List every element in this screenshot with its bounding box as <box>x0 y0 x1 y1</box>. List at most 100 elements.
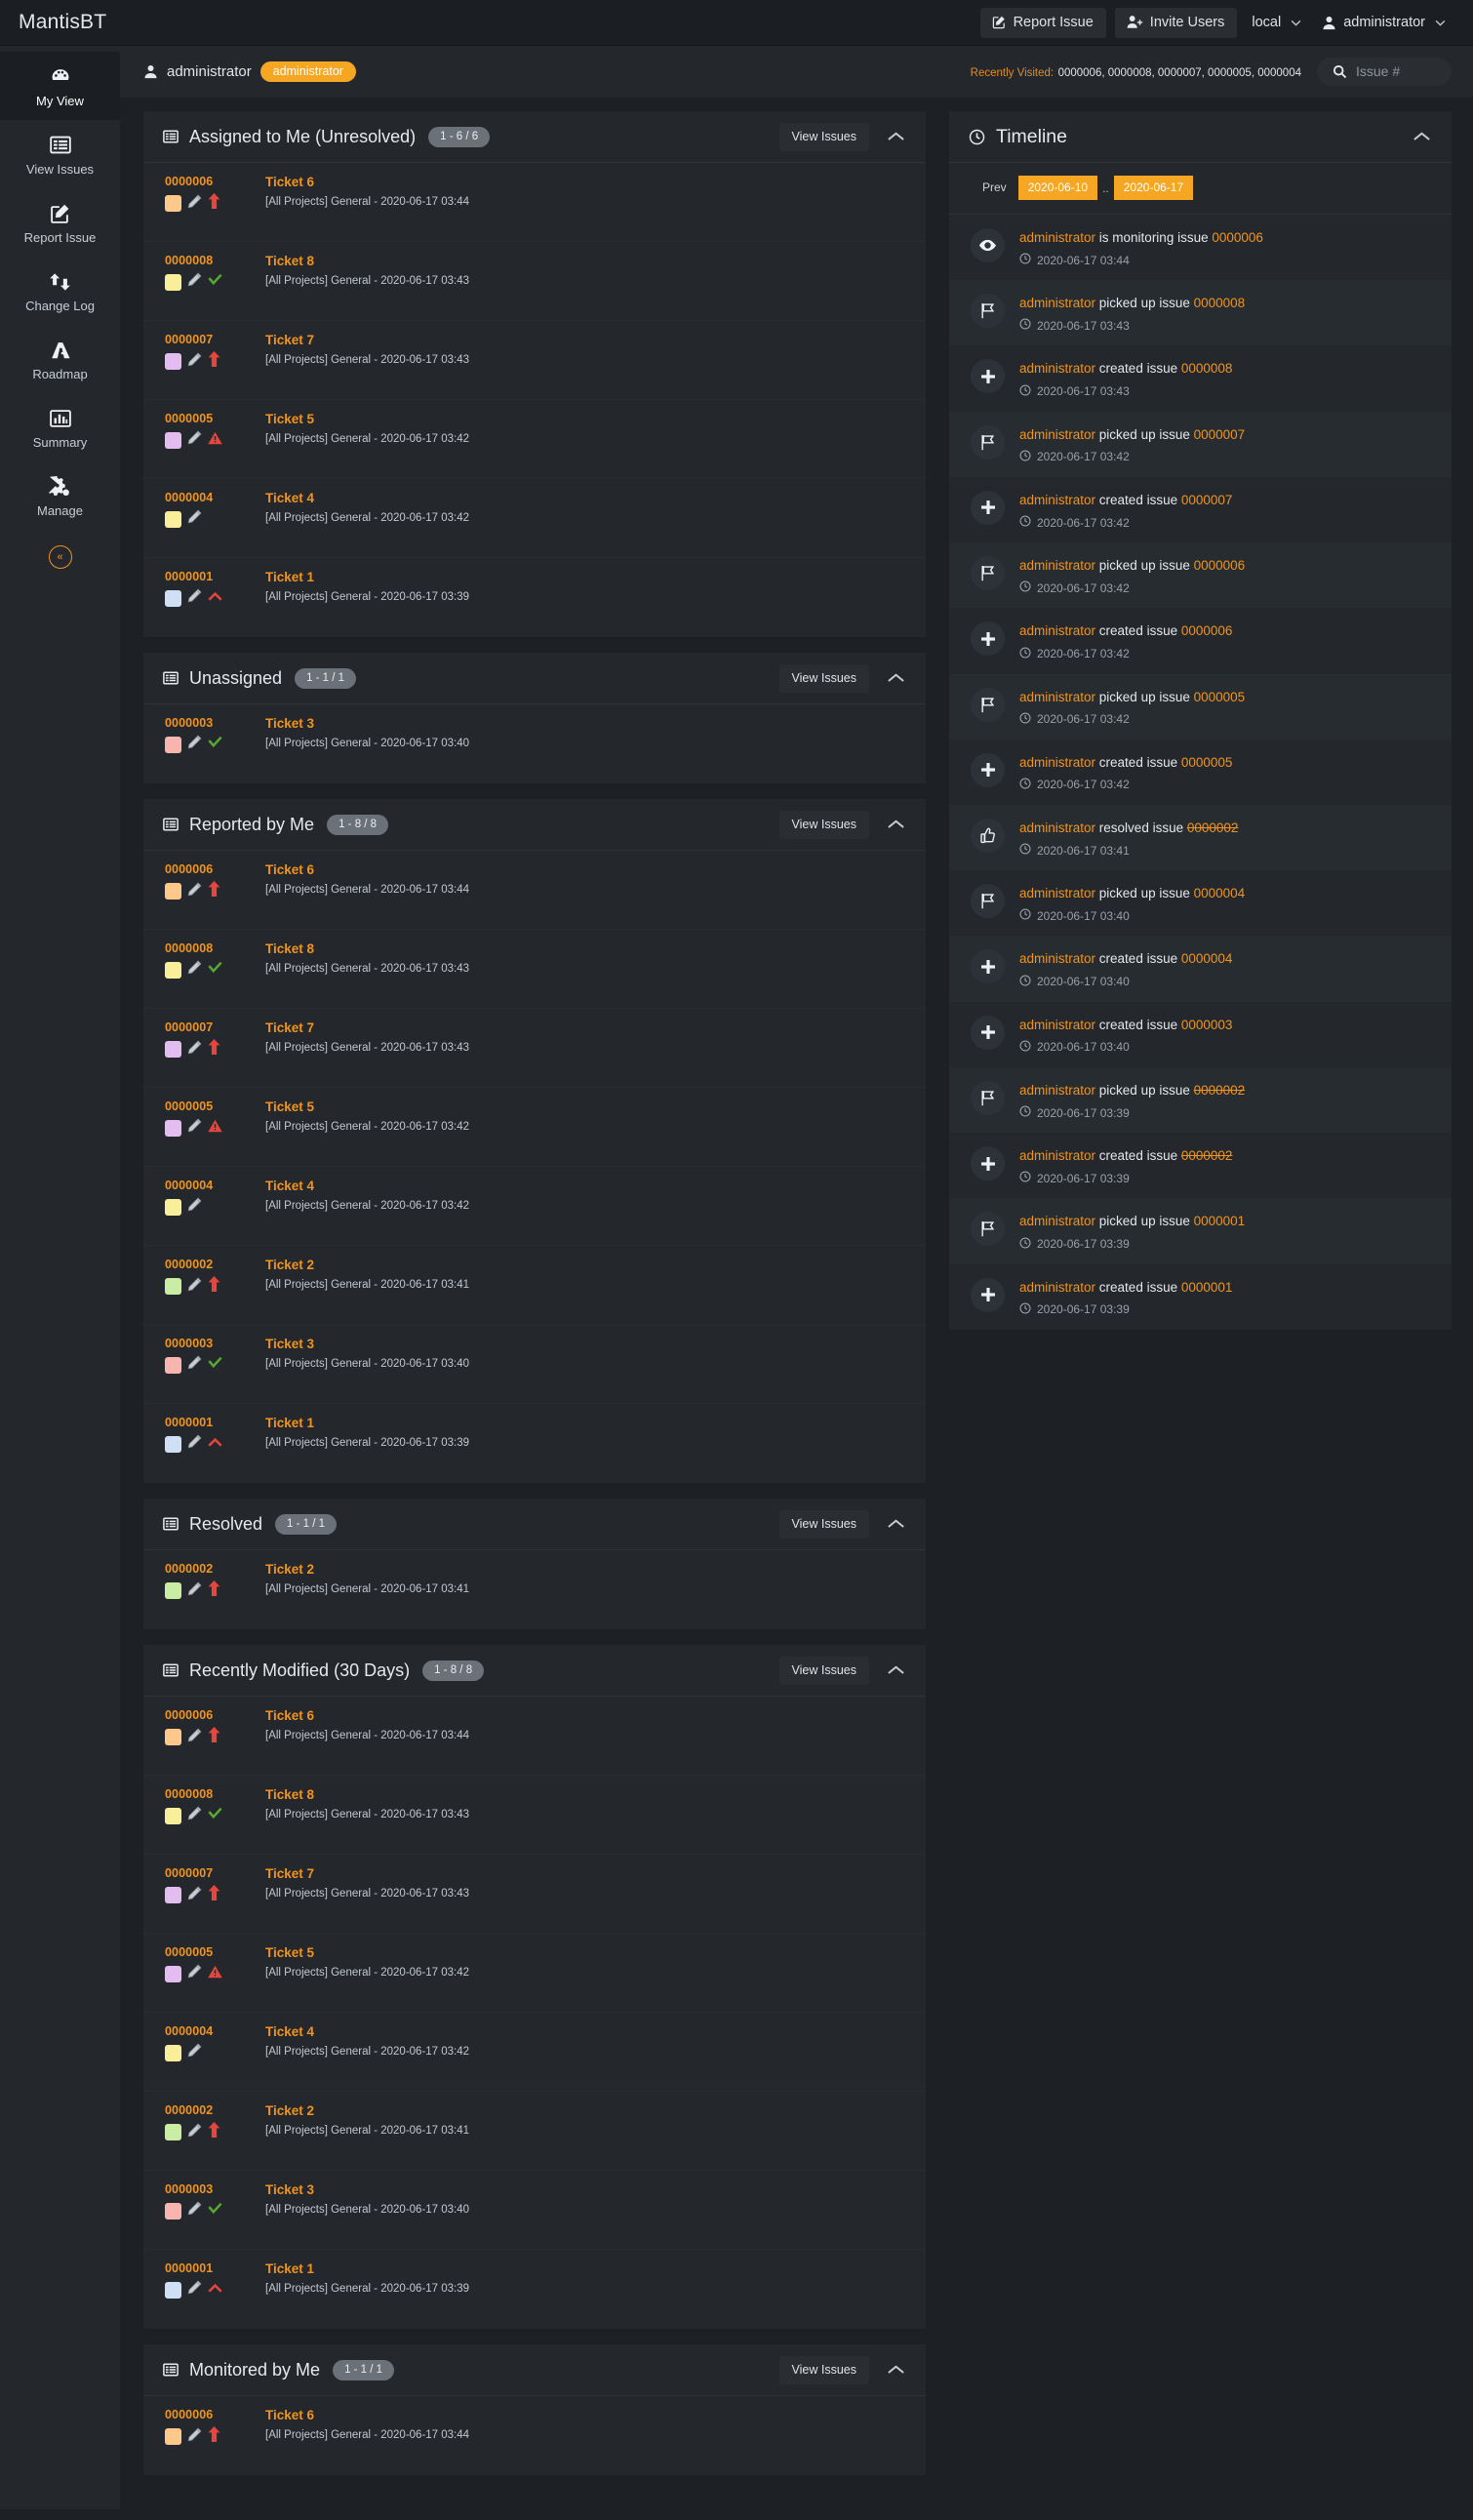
issue-row[interactable]: 0000006 Ticket 6 [All Projects] General - … <box>143 2396 926 2475</box>
timeline-issue-link[interactable]: 0000008 <box>1194 296 1246 310</box>
sidebar-collapse-button[interactable]: « <box>0 530 120 579</box>
edit-pencil-icon[interactable] <box>187 352 202 372</box>
edit-pencil-icon[interactable] <box>187 2201 202 2220</box>
issue-row[interactable]: 0000004 Ticket 4 [All Projects] General - … <box>143 479 926 558</box>
timeline-issue-link[interactable]: 0000001 <box>1194 1214 1246 1228</box>
issue-id-link[interactable]: 0000001 <box>165 2261 265 2275</box>
issue-title-link[interactable]: Ticket 4 <box>265 491 469 506</box>
issue-row[interactable]: 0000006 Ticket 6 [All Projects] General - … <box>143 851 926 930</box>
issue-row[interactable]: 0000008 Ticket 8 [All Projects] General - … <box>143 242 926 321</box>
timeline-issue-link[interactable]: 0000004 <box>1194 886 1246 900</box>
issue-row[interactable]: 0000005 Ticket 5 [All Projects] General - … <box>143 1934 926 2013</box>
issue-id-link[interactable]: 0000006 <box>165 2408 265 2421</box>
timeline-issue-link[interactable]: 0000004 <box>1181 951 1233 966</box>
timeline-issue-link[interactable]: 0000002 <box>1194 1083 1246 1098</box>
view-issues-button[interactable]: View Issues <box>778 663 869 693</box>
issue-row[interactable]: 0000005 Ticket 5 [All Projects] General - … <box>143 400 926 479</box>
issue-row[interactable]: 0000008 Ticket 8 [All Projects] General - … <box>143 930 926 1009</box>
issue-id-link[interactable]: 0000001 <box>165 1416 265 1429</box>
edit-pencil-icon[interactable] <box>187 2123 202 2142</box>
timeline-issue-link[interactable]: 0000001 <box>1181 1280 1233 1295</box>
edit-pencil-icon[interactable] <box>187 588 202 608</box>
timeline-issue-link[interactable]: 0000006 <box>1194 558 1246 573</box>
timeline-issue-link[interactable]: 0000005 <box>1181 755 1233 770</box>
timeline-issue-link[interactable]: 0000002 <box>1181 1148 1233 1163</box>
issue-row[interactable]: 0000006 Ticket 6 [All Projects] General - … <box>143 163 926 242</box>
edit-pencil-icon[interactable] <box>187 1806 202 1825</box>
panel-collapse-toggle[interactable] <box>883 1662 909 1678</box>
sidebar-item-manage[interactable]: Manage <box>0 461 120 530</box>
issue-title-link[interactable]: Ticket 5 <box>265 412 469 427</box>
issue-title-link[interactable]: Ticket 5 <box>265 1100 469 1115</box>
issue-id-link[interactable]: 0000002 <box>165 1258 265 1271</box>
issue-id-link[interactable]: 0000003 <box>165 1337 265 1350</box>
edit-pencil-icon[interactable] <box>187 1886 202 1905</box>
panel-collapse-toggle[interactable] <box>883 670 909 686</box>
issue-row[interactable]: 0000002 Ticket 2 [All Projects] General - … <box>143 1550 926 1629</box>
issue-id-link[interactable]: 0000004 <box>165 2024 265 2038</box>
issue-title-link[interactable]: Ticket 1 <box>265 2261 469 2277</box>
view-issues-button[interactable]: View Issues <box>778 1656 869 1685</box>
issue-title-link[interactable]: Ticket 4 <box>265 2024 469 2040</box>
issue-search-box[interactable] <box>1317 58 1452 86</box>
issue-id-link[interactable]: 0000001 <box>165 570 265 583</box>
issue-id-link[interactable]: 0000008 <box>165 1787 265 1801</box>
issue-title-link[interactable]: Ticket 7 <box>265 333 469 348</box>
issue-id-link[interactable]: 0000005 <box>165 1945 265 1959</box>
issue-row[interactable]: 0000002 Ticket 2 [All Projects] General - … <box>143 2092 926 2171</box>
sidebar-item-my-view[interactable]: My View <box>0 52 120 120</box>
issue-title-link[interactable]: Ticket 2 <box>265 1258 469 1273</box>
panel-collapse-toggle[interactable] <box>883 129 909 144</box>
issue-id-link[interactable]: 0000006 <box>165 862 265 876</box>
issue-title-link[interactable]: Ticket 7 <box>265 1020 469 1036</box>
issue-row[interactable]: 0000001 Ticket 1 [All Projects] General - … <box>143 558 926 637</box>
edit-pencil-icon[interactable] <box>187 272 202 292</box>
issue-title-link[interactable]: Ticket 6 <box>265 1708 469 1724</box>
issue-row[interactable]: 0000003 Ticket 3 [All Projects] General - … <box>143 1325 926 1404</box>
timeline-issue-link[interactable]: 0000006 <box>1212 230 1263 245</box>
timeline-issue-link[interactable]: 0000007 <box>1194 427 1246 442</box>
timeline-issue-link[interactable]: 0000007 <box>1181 493 1233 507</box>
issue-id-link[interactable]: 0000002 <box>165 2103 265 2117</box>
issue-row[interactable]: 0000003 Ticket 3 [All Projects] General - … <box>143 704 926 783</box>
issue-id-link[interactable]: 0000007 <box>165 1020 265 1034</box>
timeline-date-from[interactable]: 2020-06-10 <box>1017 176 1098 200</box>
issue-row[interactable]: 0000008 Ticket 8 [All Projects] General - … <box>143 1776 926 1855</box>
issue-id-link[interactable]: 0000004 <box>165 491 265 504</box>
issue-row[interactable]: 0000004 Ticket 4 [All Projects] General - … <box>143 2013 926 2092</box>
issue-title-link[interactable]: Ticket 1 <box>265 570 469 585</box>
issue-title-link[interactable]: Ticket 6 <box>265 175 469 190</box>
edit-pencil-icon[interactable] <box>187 1581 202 1601</box>
sidebar-item-view-issues[interactable]: View Issues <box>0 120 120 188</box>
user-menu[interactable]: administrator <box>1316 8 1452 37</box>
timeline-issue-link[interactable]: 0000005 <box>1194 690 1246 704</box>
report-issue-button[interactable]: Report Issue <box>979 7 1106 38</box>
edit-pencil-icon[interactable] <box>187 1277 202 1297</box>
issue-title-link[interactable]: Ticket 3 <box>265 2182 469 2198</box>
issue-title-link[interactable]: Ticket 5 <box>265 1945 469 1961</box>
issue-title-link[interactable]: Ticket 7 <box>265 1866 469 1882</box>
edit-pencil-icon[interactable] <box>187 2280 202 2300</box>
search-input[interactable] <box>1356 63 1428 79</box>
issue-row[interactable]: 0000006 Ticket 6 [All Projects] General - … <box>143 1697 926 1776</box>
issue-row[interactable]: 0000001 Ticket 1 [All Projects] General - … <box>143 1404 926 1483</box>
edit-pencil-icon[interactable] <box>187 1118 202 1138</box>
issue-row[interactable]: 0000001 Ticket 1 [All Projects] General - … <box>143 2250 926 2329</box>
sidebar-item-roadmap[interactable]: Roadmap <box>0 325 120 393</box>
edit-pencil-icon[interactable] <box>187 1355 202 1375</box>
view-issues-button[interactable]: View Issues <box>778 1509 869 1539</box>
edit-pencil-icon[interactable] <box>187 1040 202 1060</box>
issue-row[interactable]: 0000005 Ticket 5 [All Projects] General - … <box>143 1088 926 1167</box>
issue-row[interactable]: 0000002 Ticket 2 [All Projects] General - … <box>143 1246 926 1325</box>
issue-id-link[interactable]: 0000006 <box>165 175 265 188</box>
issue-id-link[interactable]: 0000002 <box>165 1562 265 1576</box>
edit-pencil-icon[interactable] <box>187 194 202 214</box>
issue-id-link[interactable]: 0000005 <box>165 412 265 425</box>
issue-id-link[interactable]: 0000007 <box>165 333 265 346</box>
view-issues-button[interactable]: View Issues <box>778 810 869 839</box>
sidebar-item-summary[interactable]: Summary <box>0 393 120 461</box>
edit-pencil-icon[interactable] <box>187 2427 202 2447</box>
issue-row[interactable]: 0000007 Ticket 7 [All Projects] General - … <box>143 1855 926 1934</box>
view-issues-button[interactable]: View Issues <box>778 122 869 151</box>
issue-title-link[interactable]: Ticket 8 <box>265 941 469 957</box>
